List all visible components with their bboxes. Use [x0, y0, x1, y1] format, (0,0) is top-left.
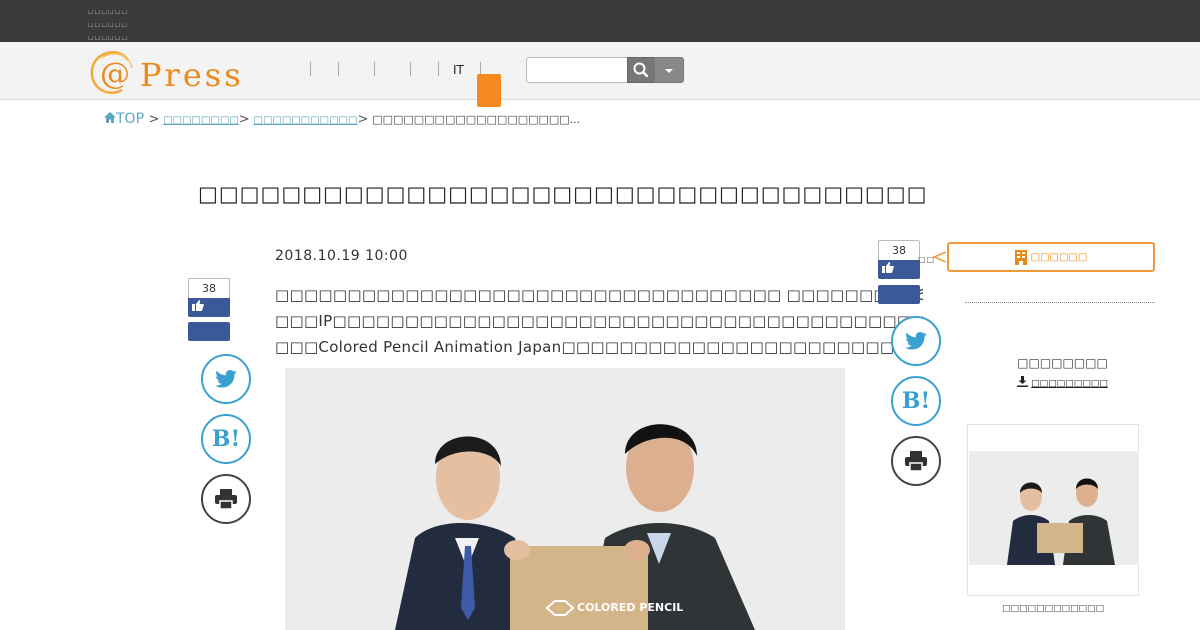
twitter-share-right[interactable]: [891, 316, 941, 366]
hatena-icon: B!: [901, 388, 931, 414]
download-icon: [1017, 376, 1029, 387]
building-icon: [1014, 249, 1027, 265]
sidebar-thumbnail-caption: □□□□□□□□□□□□: [1001, 604, 1105, 614]
nav-divider: [438, 62, 439, 76]
speech-pointer-icon: [932, 251, 946, 263]
facebook-like-right[interactable]: 38: [878, 240, 920, 279]
breadcrumb-top-link[interactable]: TOP: [104, 111, 148, 127]
company-info-button[interactable]: □□□□□□: [947, 242, 1155, 272]
nav-item-it[interactable]: IT: [453, 63, 464, 77]
print-icon: [215, 489, 237, 509]
nav-divider: [410, 62, 411, 76]
top-mini-link[interactable]: □□□□□□□: [88, 36, 128, 40]
facebook-share-left[interactable]: [188, 322, 230, 341]
sidebar-thumbnail-card[interactable]: [967, 424, 1139, 596]
article-photo-graphic: COLORED PENCIL: [285, 368, 845, 630]
logo-wordmark: Press: [140, 56, 244, 94]
print-button-left[interactable]: [201, 474, 251, 524]
article-paragraph-line: □□□IP□□□□□□□□□□□□□□□□□□□□□□□□□□□□□□□□□□□…: [275, 312, 923, 330]
facebook-like-left[interactable]: 38: [188, 278, 230, 317]
breadcrumb-link-company[interactable]: □□□□□□□□□□□: [254, 115, 358, 126]
article-body: □□□□□□□□□□□□□□□□□□□□□□□□□□□□□□□□□□□ □□□□…: [275, 282, 923, 360]
search-input[interactable]: [526, 57, 628, 83]
breadcrumb-link-category[interactable]: □□□□□□□□: [163, 115, 239, 126]
site-logo[interactable]: @ Press: [88, 48, 258, 96]
nav-divider: [338, 62, 339, 76]
twitter-icon: [215, 370, 237, 388]
search-icon: [633, 62, 649, 78]
breadcrumb-separator: >: [148, 112, 160, 127]
article-title: □□□□□□□□□□□□□□□□□□□□□□□□□□□□□□□□□□□: [198, 182, 928, 206]
article-photo[interactable]: COLORED PENCIL: [285, 368, 845, 630]
post-release-button[interactable]: [477, 74, 501, 107]
article-paragraph-line: □□□Colored Pencil Animation Japan□□□□□□□…: [275, 338, 923, 356]
article-date: 2018.10.19 10:00: [275, 248, 408, 264]
nav-divider: [310, 62, 311, 76]
svg-text:@: @: [100, 57, 130, 92]
top-mini-link[interactable]: □□□□□□□: [88, 10, 128, 14]
print-button-right[interactable]: [891, 436, 941, 486]
facebook-share-right[interactable]: [878, 285, 920, 304]
breadcrumb: TOP > □□□□□□□□> □□□□□□□□□□□> □□□□□□□□□□□…: [104, 111, 580, 127]
breadcrumb-separator: >: [238, 112, 250, 127]
sidebar-thumbnail-image: [969, 451, 1139, 565]
top-mini-link[interactable]: □□□□□□□: [88, 23, 128, 27]
like-count: 38: [188, 278, 230, 298]
top-bar: □□□□□□□ □□□□□□□ □□□□□□□: [0, 0, 1200, 42]
twitter-share-left[interactable]: [201, 354, 251, 404]
download-link[interactable]: □□□□□□□□□: [965, 376, 1160, 389]
hatena-icon: B!: [211, 426, 241, 452]
nav-divider: [374, 62, 375, 76]
caret-down-icon: [665, 69, 673, 73]
twitter-icon: [905, 332, 927, 350]
hatena-bookmark-left[interactable]: B!: [201, 414, 251, 464]
sidebar-section-label: □□□□□□□□: [1017, 356, 1108, 370]
breadcrumb-current: □□□□□□□□□□□□□□□□□□□...: [372, 113, 581, 126]
search-options-dropdown[interactable]: [654, 57, 684, 83]
company-info-label: □□□□□□: [1030, 251, 1088, 263]
hatena-bookmark-right[interactable]: B!: [891, 376, 941, 426]
article-paragraph-line: □□□□□□□□□□□□□□□□□□□□□□□□□□□□□□□□□□□ □□□□…: [275, 286, 923, 304]
home-icon: [104, 112, 116, 123]
print-icon: [905, 451, 927, 471]
like-count: 38: [878, 240, 920, 260]
breadcrumb-separator: >: [357, 112, 369, 127]
at-logo-icon: @: [90, 51, 133, 95]
download-link-label: □□□□□□□□□: [1031, 379, 1108, 389]
thumbs-up-icon: [878, 260, 920, 279]
search-button[interactable]: [627, 57, 655, 83]
thumbs-up-icon: [188, 298, 230, 317]
breadcrumb-top-label: TOP: [116, 111, 145, 127]
sidebar-divider: [965, 302, 1155, 303]
photo-sign-text: COLORED PENCIL: [577, 601, 683, 614]
